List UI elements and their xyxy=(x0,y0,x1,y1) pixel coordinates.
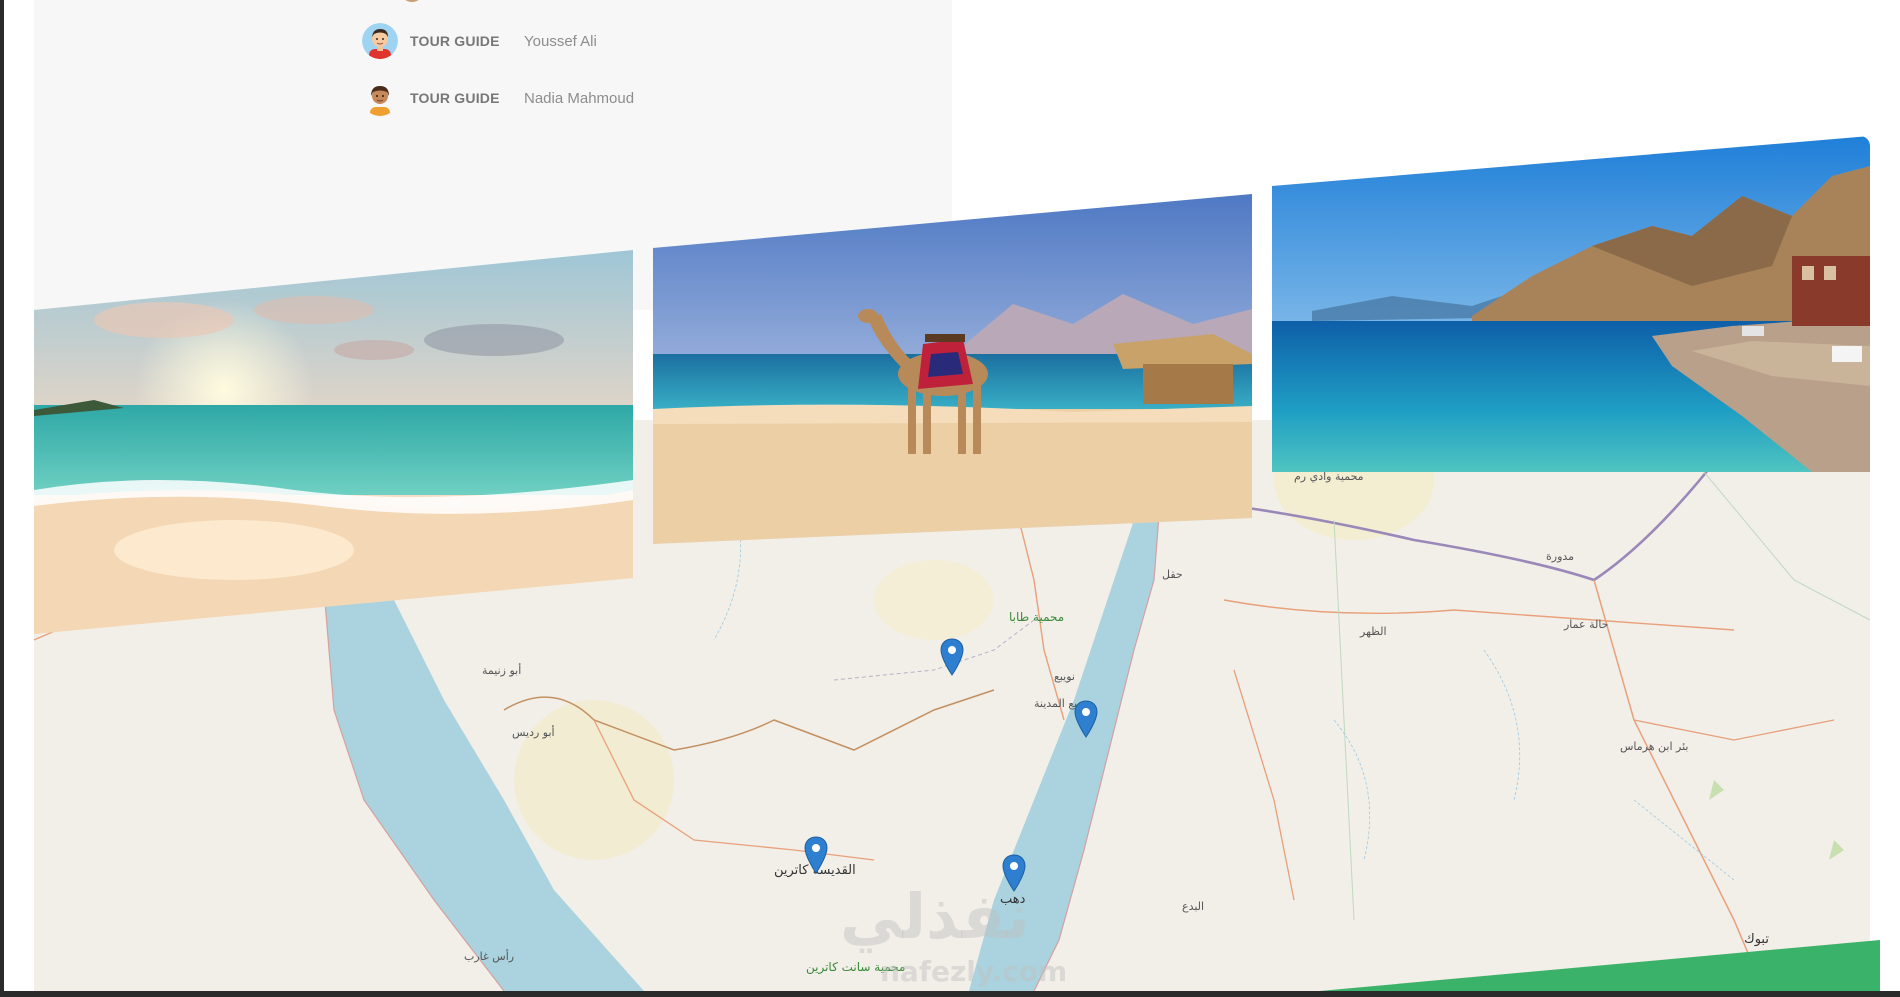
partial-avatar xyxy=(402,0,422,2)
map-label: نويبع xyxy=(1054,670,1075,683)
map-label: بئر ابن هرماس xyxy=(1620,740,1689,753)
map-marker-pin-icon[interactable] xyxy=(940,638,964,676)
map-label: تبوك xyxy=(1744,932,1769,947)
map-label: أبو رديس xyxy=(512,726,555,739)
guide-name: Youssef Ali xyxy=(524,32,597,50)
map-label: حقل xyxy=(1162,568,1183,581)
watermark-logo: نفذلي xyxy=(840,880,1030,953)
beach-sunset-photo xyxy=(34,250,633,634)
map-label: البدع xyxy=(1182,900,1205,913)
map-label: محمية طابا xyxy=(1009,610,1065,624)
map-label: الظهر xyxy=(1360,625,1387,638)
map-label: مدورة xyxy=(1546,550,1575,563)
boy-avatar-icon xyxy=(362,23,398,59)
guide-role: TOUR GUIDE xyxy=(410,90,500,106)
map-label: حالة عمار xyxy=(1564,618,1609,631)
watermark-url: nafezly.com xyxy=(880,955,1068,988)
guide-row-nadia: TOUR GUIDE Nadia Mahmoud xyxy=(362,77,634,119)
camel-beach-photo xyxy=(653,194,1252,544)
guide-role: TOUR GUIDE xyxy=(410,33,500,49)
window-edge-bottom xyxy=(0,991,1900,997)
map-label: أبو زنيمة xyxy=(482,664,522,677)
map-marker-pin-icon[interactable] xyxy=(804,836,828,874)
map-marker-pin-icon[interactable] xyxy=(1074,700,1098,738)
page-viewport: TOUR GUIDE Youssef Ali TOUR GUIDE Nadia … xyxy=(0,0,1900,997)
girl-avatar-icon xyxy=(362,80,398,116)
guide-row-youssef: TOUR GUIDE Youssef Ali xyxy=(362,20,597,62)
map-label: رأس غارب xyxy=(464,950,515,963)
coastal-mountains-photo xyxy=(1272,136,1870,472)
window-edge-left xyxy=(0,0,4,997)
guide-name: Nadia Mahmoud xyxy=(524,89,635,107)
